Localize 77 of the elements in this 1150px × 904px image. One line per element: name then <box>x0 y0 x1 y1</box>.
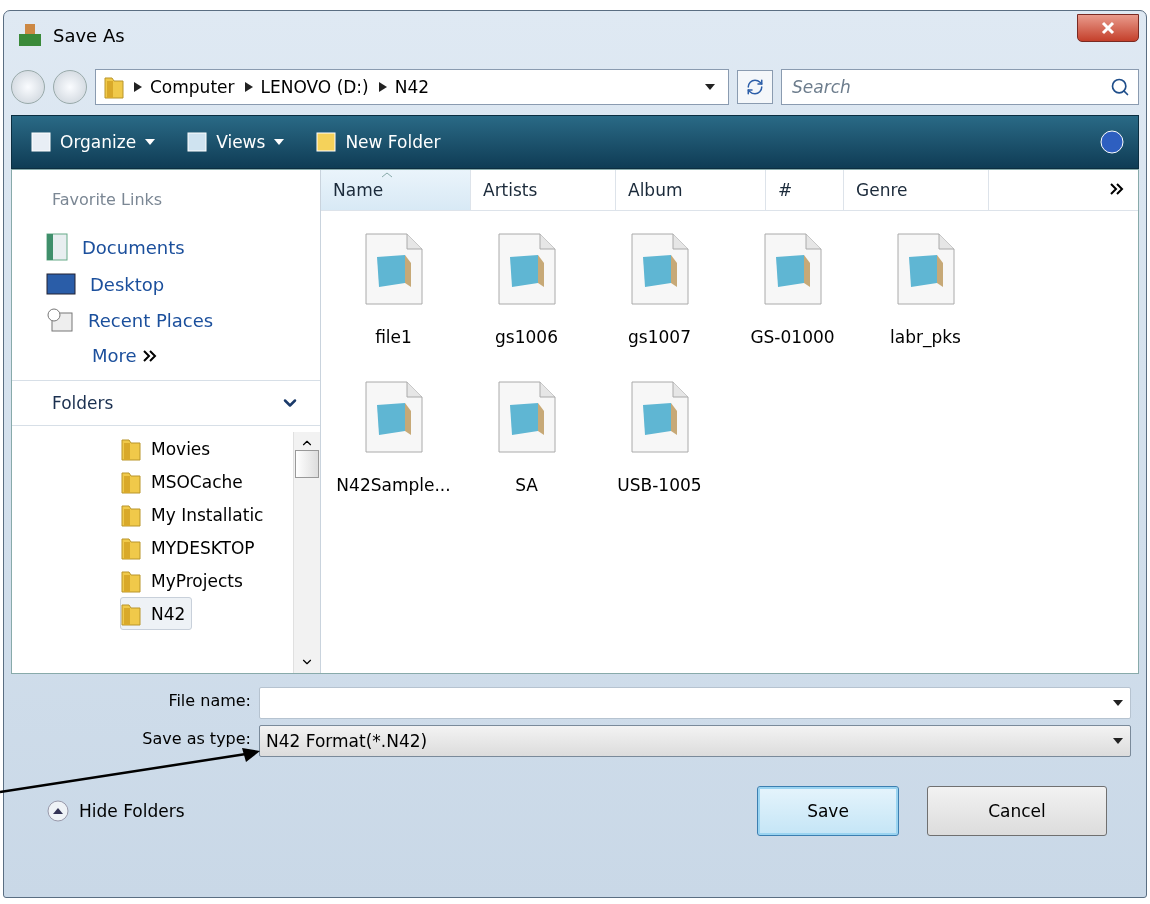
folder-tree-item[interactable]: Movies <box>120 432 218 465</box>
document-icon <box>364 381 423 453</box>
folder-tree-item[interactable]: MYDESKTOP <box>120 531 262 564</box>
column-header[interactable]: Name <box>321 170 471 210</box>
folder-icon <box>121 601 141 626</box>
document-icon <box>497 233 556 305</box>
documents-icon <box>46 233 68 261</box>
document-icon <box>364 233 423 305</box>
hide-folders-button[interactable]: Hide Folders <box>41 799 191 823</box>
document-icon <box>630 233 689 305</box>
breadcrumb-item[interactable]: LENOVO (D:) <box>260 77 369 97</box>
file-name[interactable]: SA <box>515 475 538 495</box>
field-label: Save as type: <box>141 728 251 748</box>
document-icon <box>630 381 689 453</box>
search-box[interactable]: Search <box>781 69 1139 105</box>
toolbar-button[interactable]: New Folder <box>311 129 445 155</box>
folder-tree-item[interactable]: N42 <box>120 597 193 630</box>
file-name[interactable]: USB-1005 <box>617 475 702 495</box>
double-chevron-icon <box>1110 183 1124 195</box>
folder-tree-item[interactable]: MSOCache <box>120 465 250 498</box>
document-icon <box>763 233 822 305</box>
address-bar[interactable]: Computer LENOVO (D:) N42 <box>95 69 729 105</box>
refresh-icon <box>746 78 764 96</box>
folder-icon <box>104 75 124 99</box>
field-label: File name: <box>167 690 251 710</box>
close-icon <box>1101 21 1115 35</box>
toolbar-button[interactable]: Organize <box>26 129 161 155</box>
scrollbar[interactable] <box>293 432 320 673</box>
new-folder-icon <box>315 131 338 153</box>
breadcrumb-arrow-icon <box>378 82 387 92</box>
toolbar-button[interactable]: Views <box>182 129 290 155</box>
caret-icon <box>704 83 716 91</box>
caret-icon <box>144 138 157 146</box>
dialog-button[interactable]: Cancel <box>927 786 1107 836</box>
breadcrumb-item[interactable]: Computer <box>150 77 235 97</box>
folder-icon <box>121 502 141 527</box>
file-name[interactable]: N42Sample... <box>336 475 451 495</box>
document-icon <box>497 381 556 453</box>
file-name[interactable]: gs1007 <box>628 327 691 347</box>
search-icon <box>1110 77 1130 97</box>
double-chevron-icon <box>142 349 157 362</box>
app-icon <box>17 22 43 48</box>
refresh-button[interactable] <box>737 70 773 104</box>
document-icon <box>896 233 955 305</box>
scrollbar-thumb[interactable] <box>295 450 319 478</box>
folder-icon <box>121 469 141 494</box>
file-name[interactable]: GS-01000 <box>750 327 835 347</box>
more-link[interactable]: More <box>12 339 320 380</box>
favorite-link[interactable]: Desktop <box>12 267 320 301</box>
breadcrumb-arrow-icon <box>244 82 253 92</box>
caret-icon <box>1112 737 1124 745</box>
folder-tree-item[interactable]: My Installatic <box>120 498 271 531</box>
file-name[interactable]: file1 <box>375 327 412 347</box>
caret-icon <box>273 138 286 146</box>
dialog-button[interactable]: Save <box>757 786 899 836</box>
search-field[interactable]: Search <box>790 76 1110 98</box>
folder-icon <box>121 568 141 593</box>
collapse-icon <box>47 800 69 822</box>
close-button[interactable] <box>1077 14 1139 42</box>
file-type-dropdown[interactable]: N42 Format(*.N42) <box>259 725 1131 757</box>
file-name-field[interactable] <box>259 687 1131 719</box>
breadcrumb-item[interactable]: N42 <box>394 77 430 97</box>
caret-icon <box>1112 699 1124 707</box>
favorite-link[interactable]: Recent Places <box>12 301 320 339</box>
breadcrumb-arrow-icon <box>134 82 142 92</box>
recent-places-icon <box>46 307 74 333</box>
views-icon <box>186 131 209 153</box>
pane-heading: Favorite Links <box>51 189 164 211</box>
folders-header[interactable]: Folders <box>12 380 320 426</box>
favorite-link[interactable]: Documents <box>12 227 320 267</box>
folder-icon <box>121 436 141 461</box>
window-title: Save As <box>53 24 126 46</box>
folder-tree-item[interactable]: MyProjects <box>120 564 250 597</box>
folder-icon <box>121 535 141 560</box>
file-name[interactable]: gs1006 <box>495 327 558 347</box>
file-name[interactable]: labr_pks <box>890 327 961 347</box>
desktop-icon <box>46 273 76 295</box>
